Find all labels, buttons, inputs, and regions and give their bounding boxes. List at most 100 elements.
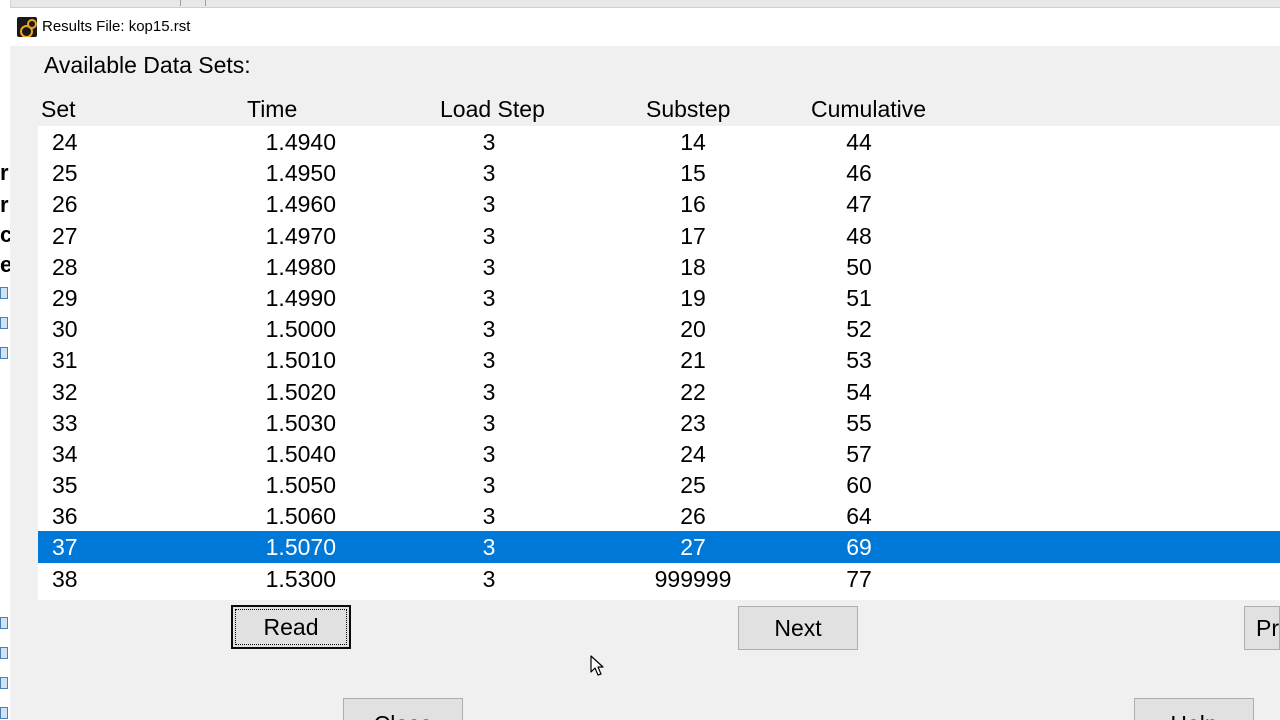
cell-load-step: 3 (482, 440, 496, 467)
mouse-pointer-icon (590, 655, 604, 676)
cell-time: 1.5040 (265, 440, 336, 467)
cell-cumulative: 47 (846, 191, 872, 218)
cell-load-step: 3 (482, 129, 496, 155)
cell-time: 1.5300 (265, 565, 336, 592)
cell-set: 25 (52, 160, 78, 187)
cell-cumulative: 57 (846, 440, 872, 467)
cell-load-step: 3 (482, 284, 496, 311)
cell-substep: 15 (680, 160, 706, 187)
column-header-cumulative: Cumulative (811, 96, 927, 122)
cell-time: 1.5050 (265, 472, 336, 499)
dialog-titlebar[interactable]: Results File: kop15.rst (10, 8, 1280, 46)
focus-ring (235, 609, 347, 645)
screen: r r c e Results File: kop15.rst Availabl… (0, 0, 1280, 720)
background-tab-fragment (180, 0, 206, 6)
tree-node-icon (0, 287, 8, 299)
cell-time: 1.4940 (265, 129, 336, 155)
cell-cumulative: 48 (846, 222, 872, 249)
cell-load-step: 3 (482, 191, 496, 218)
tree-node-icon (0, 677, 8, 689)
tree-node-icon (0, 647, 8, 659)
cell-set: 31 (52, 347, 78, 374)
cell-substep: 27 (680, 534, 706, 561)
table-row[interactable]: 25 1.4950 3 15 46 (38, 157, 1280, 188)
cell-cumulative: 51 (846, 284, 872, 311)
cell-set: 29 (52, 284, 78, 311)
cell-set: 28 (52, 253, 78, 280)
cell-substep: 21 (680, 347, 706, 374)
cell-substep: 20 (680, 316, 706, 343)
cell-substep: 22 (680, 378, 706, 405)
cell-set: 26 (52, 191, 78, 218)
cell-set: 32 (52, 378, 78, 405)
table-row[interactable]: 24 1.4940 3 14 44 (38, 126, 1280, 157)
cell-cumulative: 69 (846, 534, 872, 561)
tree-node-icon (0, 317, 8, 329)
table-row[interactable]: 36 1.5060 3 26 64 (38, 500, 1280, 531)
cell-load-step: 3 (482, 316, 496, 343)
cell-substep: 19 (680, 284, 706, 311)
cell-cumulative: 46 (846, 160, 872, 187)
available-data-sets-label: Available Data Sets: (44, 52, 251, 78)
cell-time: 1.5070 (265, 534, 336, 561)
cell-time: 1.5020 (265, 378, 336, 405)
table-row[interactable]: 26 1.4960 3 16 47 (38, 188, 1280, 219)
close-button-label: Close (374, 711, 433, 720)
read-button[interactable]: Read (231, 605, 351, 649)
cell-load-step: 3 (482, 565, 496, 592)
next-button-label: Next (774, 615, 822, 641)
column-header-substep: Substep (646, 96, 731, 122)
background-text-fragment: r (0, 192, 9, 217)
close-button[interactable]: Close (343, 698, 463, 720)
cell-load-step: 3 (482, 378, 496, 405)
background-text-fragment: r (0, 160, 9, 185)
app-gear-icon (17, 17, 37, 37)
results-file-dialog: Results File: kop15.rst Available Data S… (10, 8, 1280, 720)
cell-set: 38 (52, 565, 78, 592)
cell-load-step: 3 (482, 253, 496, 280)
tree-node-icon (0, 617, 8, 629)
cell-substep: 16 (680, 191, 706, 218)
table-row[interactable]: 38 1.5300 3 999999 77 (38, 563, 1280, 594)
table-row[interactable]: 34 1.5040 3 24 57 (38, 438, 1280, 469)
cell-time: 1.5010 (265, 347, 336, 374)
cell-cumulative: 53 (846, 347, 872, 374)
cell-cumulative: 77 (846, 565, 872, 592)
table-row[interactable]: 27 1.4970 3 17 48 (38, 220, 1280, 251)
data-sets-list[interactable]: 24 1.4940 3 14 44 25 1.4950 3 15 46 26 1… (38, 126, 1280, 600)
cell-time: 1.4960 (265, 191, 336, 218)
cell-load-step: 3 (482, 347, 496, 374)
list-column-headers: Set Time Load Step Substep Cumulative (10, 96, 1280, 126)
previous-button[interactable]: Pr (1244, 606, 1280, 650)
cell-substep: 26 (680, 503, 706, 530)
table-row[interactable]: 33 1.5030 3 23 55 (38, 407, 1280, 438)
column-header-load-step: Load Step (440, 96, 545, 122)
cell-set: 30 (52, 316, 78, 343)
cell-time: 1.5000 (265, 316, 336, 343)
cell-set: 27 (52, 222, 78, 249)
cell-substep: 18 (680, 253, 706, 280)
cell-time: 1.5030 (265, 409, 336, 436)
cell-cumulative: 50 (846, 253, 872, 280)
table-row[interactable]: 30 1.5000 3 20 52 (38, 313, 1280, 344)
cell-set: 36 (52, 503, 78, 530)
table-row[interactable]: 28 1.4980 3 18 50 (38, 251, 1280, 282)
cell-time: 1.4980 (265, 253, 336, 280)
cell-substep: 25 (680, 472, 706, 499)
table-row[interactable]: 32 1.5020 3 22 54 (38, 376, 1280, 407)
cell-load-step: 3 (482, 222, 496, 249)
help-button-label: Help (1170, 711, 1217, 720)
cell-set: 34 (52, 440, 78, 467)
cell-load-step: 3 (482, 472, 496, 499)
table-row-selected[interactable]: 37 1.5070 3 27 69 (38, 531, 1280, 563)
cell-time: 1.4990 (265, 284, 336, 311)
next-button[interactable]: Next (738, 606, 858, 650)
column-header-set: Set (41, 96, 76, 122)
help-button[interactable]: Help (1134, 698, 1254, 720)
table-row[interactable]: 35 1.5050 3 25 60 (38, 469, 1280, 500)
cell-set: 35 (52, 472, 78, 499)
table-row[interactable]: 29 1.4990 3 19 51 (38, 282, 1280, 313)
cell-cumulative: 64 (846, 503, 872, 530)
cell-set: 37 (52, 534, 78, 561)
table-row[interactable]: 31 1.5010 3 21 53 (38, 344, 1280, 375)
